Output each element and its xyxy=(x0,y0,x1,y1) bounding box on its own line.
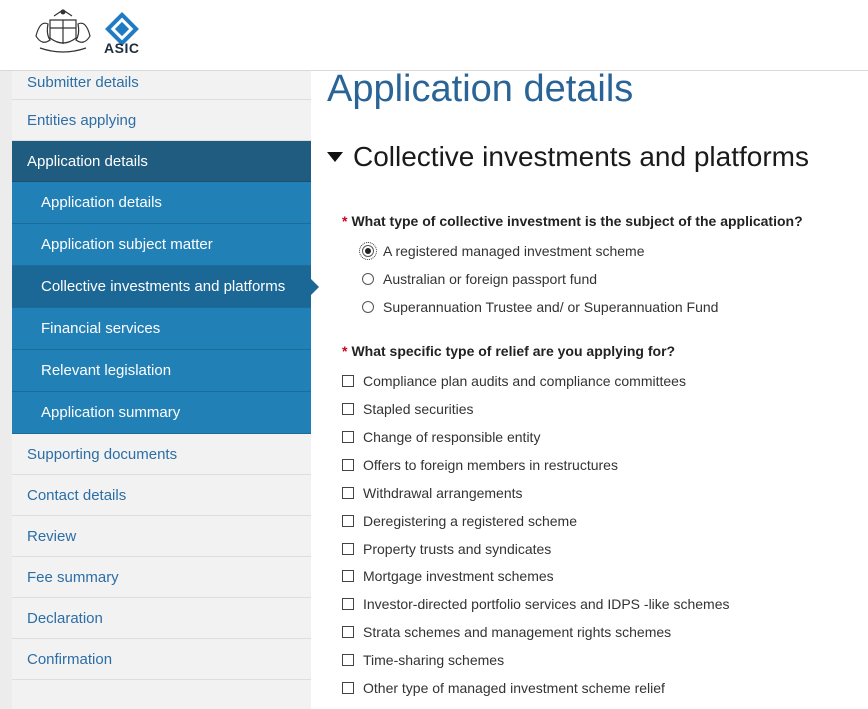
checkbox-label: Deregistering a registered scheme xyxy=(363,513,577,529)
radio-option[interactable]: Superannuation Trustee and/ or Superannu… xyxy=(362,299,718,315)
checkbox-label: Investor-directed portfolio services and… xyxy=(363,596,730,612)
sidebar-subitem-application-details[interactable]: Application details xyxy=(12,182,311,224)
checkbox-label: Property trusts and syndicates xyxy=(363,541,552,557)
checkbox-label: Change of responsible entity xyxy=(363,429,541,445)
checkbox[interactable] xyxy=(342,487,354,499)
checkbox-label: Strata schemes and management rights sch… xyxy=(363,624,672,640)
checkbox-option[interactable]: Compliance plan audits and compliance co… xyxy=(342,373,686,389)
checkbox-label: Stapled securities xyxy=(363,401,474,417)
current-page-arrow-icon xyxy=(311,279,319,295)
checkbox-label: Offers to foreign members in restructure… xyxy=(363,457,618,473)
checkbox-option[interactable]: Deregistering a registered scheme xyxy=(342,513,577,529)
question-label: What type of collective investment is th… xyxy=(351,213,803,229)
question-label: What specific type of relief are you app… xyxy=(351,343,676,359)
sidebar-item-entities-applying[interactable]: Entities applying xyxy=(12,100,311,141)
checkbox[interactable] xyxy=(342,598,354,610)
sidebar-subitem-application-subject-matter[interactable]: Application subject matter xyxy=(12,224,311,266)
section-title: Collective investments and platforms xyxy=(353,141,809,172)
checkbox-label: Withdrawal arrangements xyxy=(363,485,523,501)
checkbox-option[interactable]: Investor-directed portfolio services and… xyxy=(342,596,729,612)
checkbox-option[interactable]: Offers to foreign members in restructure… xyxy=(342,457,618,473)
checkbox-label: Time-sharing schemes xyxy=(363,652,505,668)
checkbox-option[interactable]: Mortgage investment schemes xyxy=(342,568,554,584)
sidebar-gutter xyxy=(0,71,12,709)
sidebar-item-fee-summary[interactable]: Fee summary xyxy=(12,557,311,598)
radio-label: Superannuation Trustee and/ or Superannu… xyxy=(383,299,719,315)
checkbox[interactable] xyxy=(342,654,354,666)
radio-option[interactable]: Australian or foreign passport fund xyxy=(362,271,597,287)
question-relief-type: * What specific type of relief are you ap… xyxy=(342,343,675,359)
checkbox[interactable] xyxy=(342,626,354,638)
sidebar-subitem-relevant-legislation[interactable]: Relevant legislation xyxy=(12,350,311,392)
required-marker: * xyxy=(342,343,348,359)
sidebar-item-contact-details[interactable]: Contact details xyxy=(12,475,311,516)
sidebar-nav: Submitter details Entities applying Appl… xyxy=(12,71,319,709)
checkbox[interactable] xyxy=(342,570,354,582)
section-toggle[interactable]: Collective investments and platforms xyxy=(327,141,809,173)
site-header: ASIC xyxy=(0,0,868,71)
checkbox-option[interactable]: Property trusts and syndicates xyxy=(342,541,551,557)
checkbox[interactable] xyxy=(342,431,354,443)
sidebar-item-application-details[interactable]: Application details xyxy=(12,141,311,182)
page-title: Application details xyxy=(327,68,634,110)
checkbox[interactable] xyxy=(342,543,354,555)
checkbox-option[interactable]: Time-sharing schemes xyxy=(342,652,504,668)
checkbox-option[interactable]: Stapled securities xyxy=(342,401,474,417)
asic-logo-text: ASIC xyxy=(104,40,140,56)
radio-label: A registered managed investment scheme xyxy=(383,243,645,259)
checkbox-option[interactable]: Strata schemes and management rights sch… xyxy=(342,624,671,640)
checkbox[interactable] xyxy=(342,459,354,471)
sidebar-item-review[interactable]: Review xyxy=(12,516,311,557)
checkbox[interactable] xyxy=(342,682,354,694)
checkbox-label: Other type of managed investment scheme … xyxy=(363,680,665,696)
sidebar-subitem-financial-services[interactable]: Financial services xyxy=(12,308,311,350)
radio-option[interactable]: A registered managed investment scheme xyxy=(359,242,645,260)
sidebar-subitem-label: Collective investments and platforms xyxy=(41,278,286,295)
checkbox-option[interactable]: Change of responsible entity xyxy=(342,429,540,445)
checkbox[interactable] xyxy=(342,515,354,527)
checkbox[interactable] xyxy=(342,403,354,415)
checkbox-option[interactable]: Withdrawal arrangements xyxy=(342,485,523,501)
sidebar-item-supporting-documents[interactable]: Supporting documents xyxy=(12,434,311,475)
checkbox-label: Mortgage investment schemes xyxy=(363,568,554,584)
radio-selected[interactable] xyxy=(359,242,377,260)
sidebar-item-submitter-details[interactable]: Submitter details xyxy=(12,65,311,100)
checkbox-option[interactable]: Other type of managed investment scheme … xyxy=(342,680,665,696)
checkbox[interactable] xyxy=(342,375,354,387)
checkbox-label: Compliance plan audits and compliance co… xyxy=(363,373,686,389)
sidebar-subitem-application-summary[interactable]: Application summary xyxy=(12,392,311,434)
question-investment-type: * What type of collective investment is t… xyxy=(342,213,803,229)
required-marker: * xyxy=(342,213,348,229)
caret-down-icon xyxy=(327,152,343,162)
radio-unselected[interactable] xyxy=(362,301,374,313)
radio-label: Australian or foreign passport fund xyxy=(383,271,598,287)
sidebar-subitem-collective-investments[interactable]: Collective investments and platforms xyxy=(12,266,319,308)
sidebar-item-confirmation[interactable]: Confirmation xyxy=(12,639,311,680)
radio-unselected[interactable] xyxy=(362,273,374,285)
sidebar-item-declaration[interactable]: Declaration xyxy=(12,598,311,639)
coat-of-arms-icon xyxy=(35,9,91,53)
